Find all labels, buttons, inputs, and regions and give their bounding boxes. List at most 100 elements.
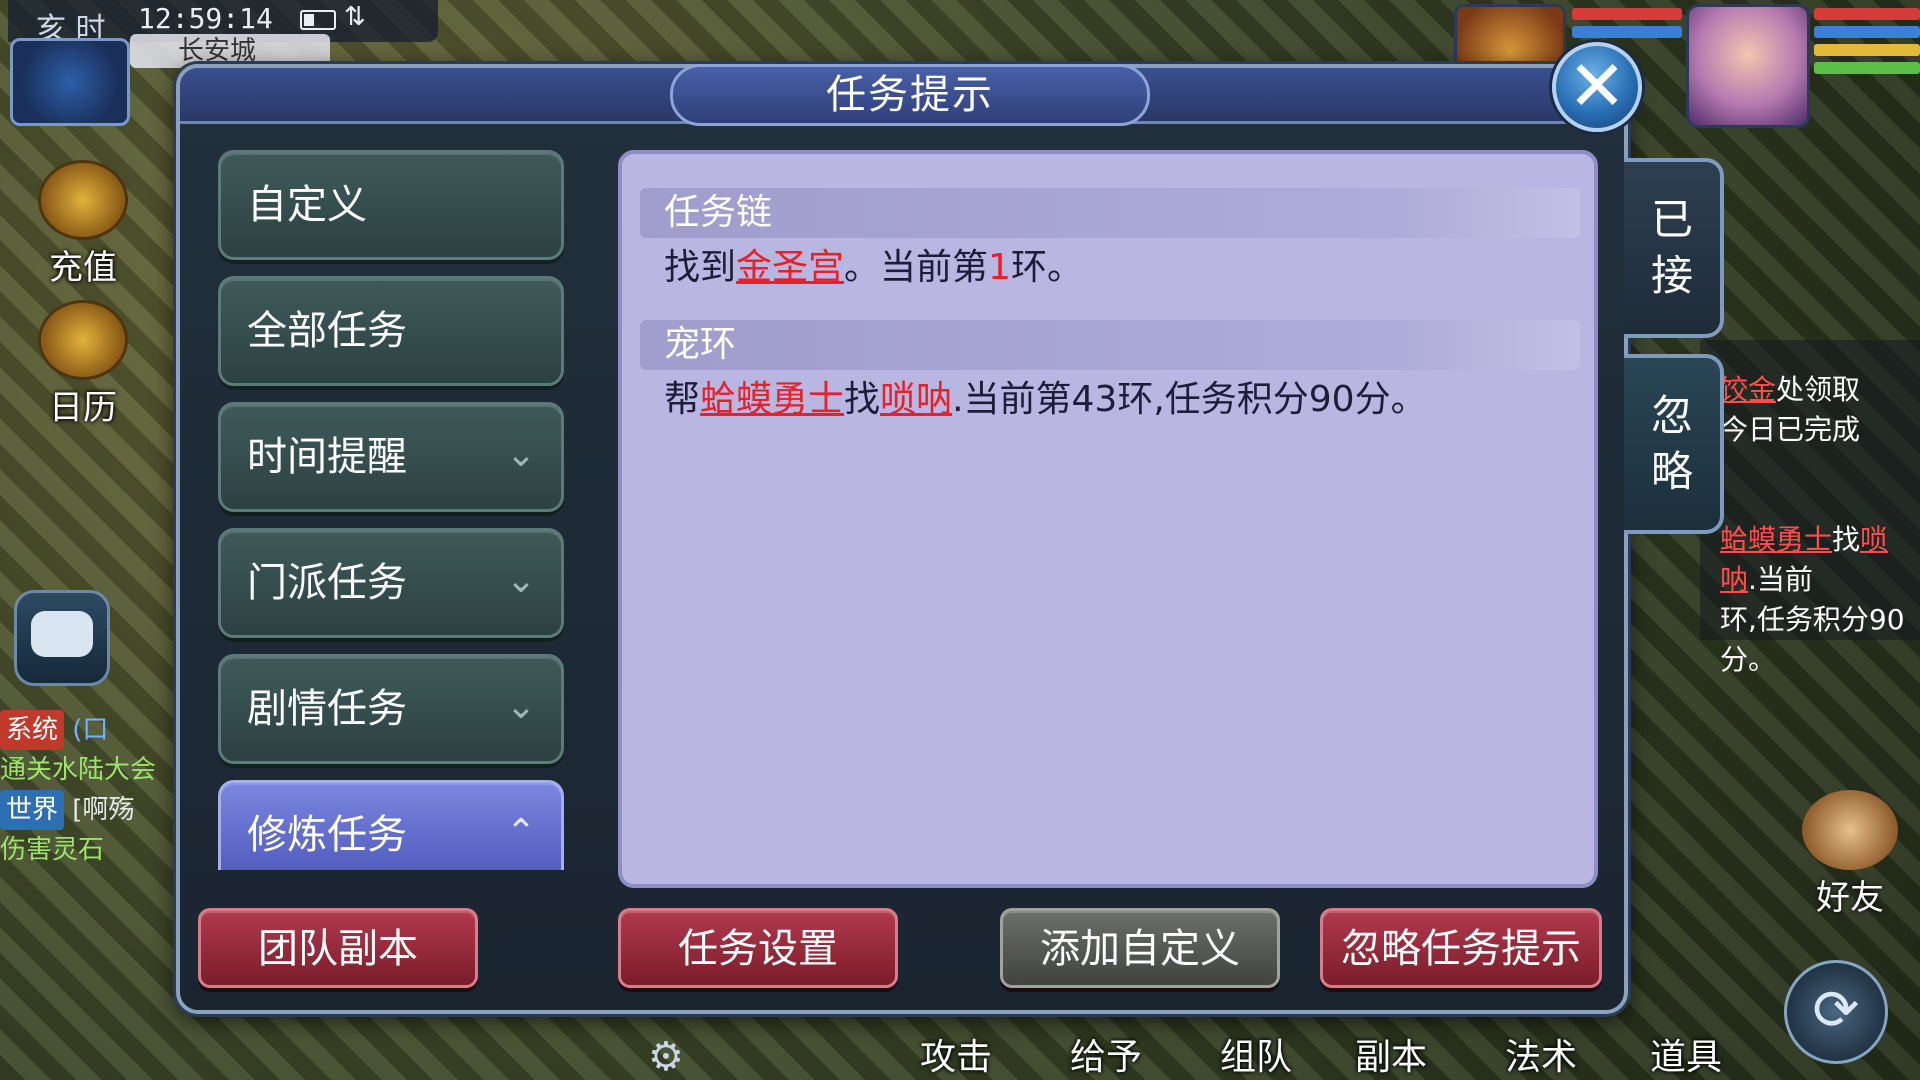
task-text: 环。 — [1010, 247, 1083, 288]
nav-item-sect-tasks[interactable]: 门派任务 ⌄ — [218, 528, 564, 638]
task-group-title: 任务链 — [640, 188, 1580, 238]
dialog-title: 任务提示 — [670, 64, 1150, 126]
tab-accepted-char: 已 — [1650, 195, 1693, 244]
clock-label: 12:59:14 — [138, 2, 273, 35]
close-button[interactable]: ✕ — [1552, 42, 1642, 132]
chat-button[interactable] — [14, 590, 110, 686]
player-exp-bar — [1814, 62, 1920, 74]
attack-button[interactable]: 攻击 — [920, 1028, 992, 1080]
tracker-line: 今日已完成 — [1720, 413, 1861, 446]
task-group: 宠环 帮蛤蟆勇士找唢呐.当前第43环,任务积分90分。 — [640, 320, 1580, 430]
task-group-title: 宠环 — [640, 320, 1580, 370]
give-button[interactable]: 给予 — [1070, 1028, 1142, 1080]
chat-line: 伤害灵石 — [0, 830, 180, 870]
dungeon-button[interactable]: 副本 — [1355, 1028, 1427, 1080]
signal-icon: ⇅ — [344, 2, 366, 32]
chat-text: (口 — [72, 715, 109, 745]
task-npc-link[interactable]: 蛤蟆勇士 — [700, 379, 844, 420]
player-sp-bar — [1814, 44, 1920, 56]
task-list-panel: 任务链 找到金圣宫。当前第1环。 宠环 帮蛤蟆勇士找唢呐.当前第43环,任务积分… — [618, 150, 1598, 888]
bottom-action-bar: 攻击 给予 组队 副本 法术 道具 — [640, 1010, 1760, 1080]
minimap-button[interactable] — [10, 38, 130, 126]
tab-accepted-char: 接 — [1650, 251, 1693, 300]
chevron-down-icon: ⌄ — [505, 686, 537, 727]
tab-accepted[interactable]: 已 接 — [1624, 158, 1724, 338]
task-text: .当前第43环,任务积分90分。 — [952, 379, 1427, 420]
add-custom-button[interactable]: 添加自定义 — [1000, 908, 1280, 988]
task-item-link[interactable]: 唢呐 — [880, 379, 952, 420]
nav-item-label: 剧情任务 — [247, 686, 407, 732]
chevron-down-icon: ⌄ — [505, 560, 537, 601]
tracker-text: 找 — [1832, 523, 1861, 556]
calendar-button[interactable]: 日历 — [18, 300, 148, 428]
player-portrait[interactable] — [1686, 4, 1810, 128]
pet-mp-bar — [1572, 26, 1682, 38]
battery-icon — [300, 10, 336, 30]
recharge-label: 充值 — [49, 248, 117, 288]
nav-item-label: 时间提醒 — [247, 434, 407, 480]
chat-line: 通关水陆大会 — [0, 750, 180, 790]
task-location-link[interactable]: 金圣宫 — [736, 247, 844, 288]
pet-hp-bar — [1572, 8, 1682, 20]
calendar-icon — [38, 300, 128, 380]
team-dungeon-button[interactable]: 团队副本 — [198, 908, 478, 988]
refresh-icon: ⟳ — [1812, 978, 1860, 1043]
handshake-icon — [1802, 790, 1898, 870]
nav-item-story-tasks[interactable]: 剧情任务 ⌄ — [218, 654, 564, 764]
chevron-up-icon: ⌃ — [505, 812, 537, 853]
nav-item-label: 全部任务 — [247, 308, 407, 354]
tracker-text: .当前 — [1748, 563, 1813, 596]
chat-channel-tag: 世界 — [0, 790, 65, 830]
tracker-line: 蛤蟆勇士找唢呐.当前 — [1720, 520, 1920, 600]
tracker-link[interactable]: 蛤蟆勇士 — [1720, 523, 1832, 556]
chat-text: [啊殇 — [72, 795, 135, 825]
map-name: 长安城 — [130, 34, 330, 68]
treasure-chest-icon — [38, 160, 128, 240]
task-group: 任务链 找到金圣宫。当前第1环。 — [640, 188, 1580, 298]
chat-text: 伤害灵石 — [0, 835, 105, 865]
task-text: 帮 — [664, 379, 701, 420]
player-mp-bar — [1814, 26, 1920, 38]
tracker-line: 饺金处领取 — [1720, 370, 1920, 410]
team-button[interactable]: 组队 — [1220, 1028, 1292, 1080]
ignore-task-prompt-button[interactable]: 忽略任务提示 — [1320, 908, 1602, 988]
nav-item-all-tasks[interactable]: 全部任务 — [218, 276, 564, 386]
chat-log[interactable]: 系统 (口 通关水陆大会 世界 [啊殇 伤害灵石 — [0, 710, 180, 920]
chat-line: 系统 (口 — [0, 710, 180, 750]
friends-button[interactable]: 好友 — [1790, 790, 1910, 920]
task-text: 找 — [844, 379, 881, 420]
nav-item-label: 修炼任务 — [247, 812, 407, 858]
nav-item-custom[interactable]: 自定义 — [218, 150, 564, 260]
chat-bubble-icon — [31, 611, 93, 657]
nav-item-label: 门派任务 — [247, 560, 407, 606]
tab-ignored-char: 忽 — [1650, 391, 1693, 440]
task-prompt-dialog: 任务提示 ✕ 自定义 全部任务 时间提醒 ⌄ 门派任务 ⌄ 剧情任务 ⌄ 修炼任… — [176, 42, 1642, 1014]
tab-ignored[interactable]: 忽 略 — [1624, 354, 1724, 534]
refresh-button[interactable]: ⟳ — [1784, 960, 1888, 1064]
tracker-link[interactable]: 饺金 — [1720, 373, 1776, 406]
chevron-down-icon: ⌄ — [505, 434, 537, 475]
player-hp-bar — [1814, 8, 1920, 20]
task-text: 找到 — [664, 247, 737, 288]
task-category-nav: 自定义 全部任务 时间提醒 ⌄ 门派任务 ⌄ 剧情任务 ⌄ 修炼任务 ⌃ — [218, 150, 568, 870]
task-description: 找到金圣宫。当前第1环。 — [640, 238, 1580, 298]
nav-item-training-tasks[interactable]: 修炼任务 ⌃ — [218, 780, 564, 870]
chat-line: 世界 [啊殇 — [0, 790, 180, 830]
tracker-text: 处领取 — [1776, 373, 1861, 406]
chat-text: 通关水陆大会 — [0, 755, 157, 785]
task-text: 。当前第 — [844, 247, 989, 288]
tab-ignored-char: 略 — [1650, 447, 1693, 496]
friends-label: 好友 — [1816, 878, 1884, 918]
nav-item-time-reminder[interactable]: 时间提醒 ⌄ — [218, 402, 564, 512]
dialog-title-bar: 任务提示 — [180, 64, 1624, 126]
close-icon: ✕ — [1567, 45, 1627, 127]
nav-item-label: 自定义 — [247, 182, 367, 228]
recharge-button[interactable]: 充值 — [18, 160, 148, 288]
items-button[interactable]: 道具 — [1650, 1028, 1722, 1080]
task-settings-button[interactable]: 任务设置 — [618, 908, 898, 988]
spell-button[interactable]: 法术 — [1505, 1028, 1577, 1080]
task-description: 帮蛤蟆勇士找唢呐.当前第43环,任务积分90分。 — [640, 370, 1580, 430]
task-ring-number: 1 — [988, 247, 1011, 288]
calendar-label: 日历 — [49, 388, 117, 428]
side-task-tracker[interactable]: 饺金处领取 今日已完成 蛤蟆勇士找唢呐.当前 环,任务积分90分。 — [1700, 340, 1920, 676]
